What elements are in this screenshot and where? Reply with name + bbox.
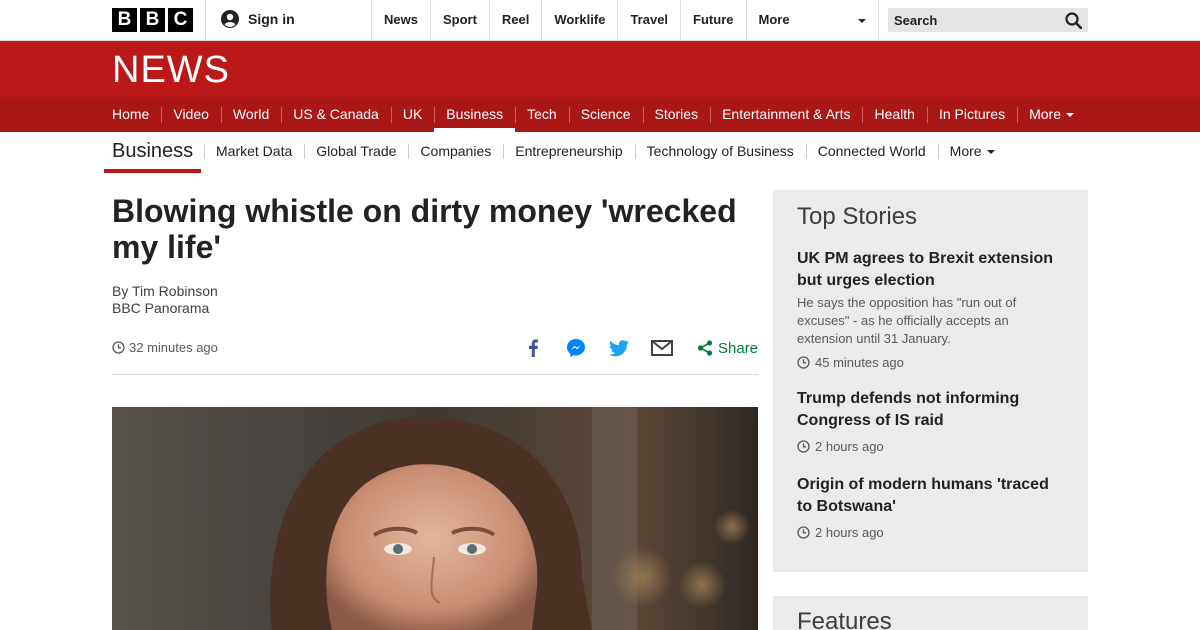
- top-story[interactable]: UK PM agrees to Brexit extension but urg…: [797, 248, 1067, 370]
- news-wordmark[interactable]: NEWS: [112, 51, 230, 89]
- top-story-time: 2 hours ago: [797, 439, 1067, 454]
- signin-label: Sign in: [248, 11, 295, 27]
- portrait-photo: [112, 407, 758, 630]
- user-icon: [221, 10, 239, 28]
- global-nav-item-reel[interactable]: Reel: [488, 0, 541, 40]
- article-timestamp: 32 minutes ago: [112, 340, 218, 355]
- section-nav-more[interactable]: More: [1017, 97, 1086, 132]
- subnav-item-market-data[interactable]: Market Data: [204, 142, 304, 160]
- timestamp-text: 32 minutes ago: [129, 340, 218, 355]
- article-headline: Blowing whistle on dirty money 'wrecked …: [112, 193, 737, 265]
- top-story-time: 45 minutes ago: [797, 355, 1067, 370]
- global-nav-item-news[interactable]: News: [371, 0, 430, 40]
- features-panel: Features: [773, 596, 1088, 630]
- section-nav-item-world[interactable]: World: [220, 97, 281, 132]
- clock-icon: [797, 440, 810, 453]
- global-nav-more-label: More: [758, 12, 790, 27]
- subnav-more[interactable]: More: [937, 142, 1007, 160]
- logo-letter: C: [168, 8, 193, 32]
- clock-icon: [797, 356, 810, 369]
- author-source: BBC Panorama: [112, 300, 210, 316]
- global-nav: News Sport Reel Worklife Travel Future M…: [371, 0, 879, 40]
- top-story-time: 2 hours ago: [797, 525, 1067, 540]
- subnav-title[interactable]: Business: [104, 140, 202, 173]
- email-icon[interactable]: [650, 337, 673, 359]
- share-tools: Share: [501, 336, 758, 360]
- article-hero-image: [112, 407, 758, 630]
- top-story-headline[interactable]: Trump defends not informing Congress of …: [797, 388, 1067, 432]
- top-story[interactable]: Origin of modern humans 'traced to Botsw…: [797, 474, 1067, 540]
- divider: [205, 0, 206, 40]
- logo-letter: B: [112, 8, 137, 32]
- news-masthead: NEWS: [0, 41, 1200, 97]
- section-nav-item-business[interactable]: Business: [434, 97, 515, 132]
- subnav-item-companies[interactable]: Companies: [408, 142, 503, 160]
- top-story-time-text: 2 hours ago: [815, 525, 884, 540]
- twitter-icon[interactable]: [608, 337, 630, 359]
- search-input[interactable]: [888, 8, 1048, 32]
- subnav-list: Market Data Global Trade Companies Entre…: [204, 142, 1007, 160]
- global-nav-item-future[interactable]: Future: [680, 0, 745, 40]
- share-button[interactable]: Share: [697, 340, 758, 357]
- top-stories-panel: Top Stories UK PM agrees to Brexit exten…: [773, 190, 1088, 572]
- top-story-headline[interactable]: Origin of modern humans 'traced to Botsw…: [797, 474, 1067, 518]
- clock-icon: [112, 341, 125, 354]
- messenger-icon[interactable]: [565, 337, 587, 359]
- search-icon[interactable]: [1065, 12, 1082, 29]
- subnav-more-label: More: [949, 143, 982, 159]
- global-header: B B C Sign in News Sport Reel Worklife T…: [0, 0, 1200, 41]
- article-meta: 32 minutes ago Share: [112, 336, 758, 375]
- top-story[interactable]: Trump defends not informing Congress of …: [797, 388, 1067, 454]
- global-nav-item-travel[interactable]: Travel: [617, 0, 680, 40]
- share-icon: [697, 340, 713, 356]
- section-list: Home Video World US & Canada UK Business Tech S…: [100, 97, 1086, 132]
- signin-link[interactable]: Sign in: [221, 10, 295, 28]
- byline: By Tim Robinson BBC Panorama: [112, 283, 218, 317]
- clock-icon: [797, 526, 810, 539]
- section-nav-item-in-pictures[interactable]: In Pictures: [926, 97, 1017, 132]
- top-story-summary: He says the opposition has "run out of e…: [797, 295, 1017, 346]
- author-name: By Tim Robinson: [112, 283, 218, 299]
- search-box: [888, 8, 1088, 32]
- section-nav-item-home[interactable]: Home: [100, 97, 161, 132]
- section-nav-more-label: More: [1029, 106, 1061, 122]
- subnav-item-connected-world[interactable]: Connected World: [805, 142, 938, 160]
- top-story-headline[interactable]: UK PM agrees to Brexit extension but urg…: [797, 248, 1067, 292]
- business-subnav: Business Market Data Global Trade Compan…: [0, 132, 1200, 173]
- features-title: Features: [797, 608, 892, 630]
- facebook-icon[interactable]: [522, 337, 544, 359]
- logo-letter: B: [140, 8, 165, 32]
- section-nav-item-uk[interactable]: UK: [390, 97, 434, 132]
- section-nav-item-stories[interactable]: Stories: [642, 97, 711, 132]
- subnav-item-technology-of-business[interactable]: Technology of Business: [634, 142, 806, 160]
- global-nav-item-sport[interactable]: Sport: [429, 0, 489, 40]
- share-label: Share: [717, 339, 758, 357]
- subnav-item-entrepreneurship[interactable]: Entrepreneurship: [503, 142, 634, 160]
- top-story-time-text: 2 hours ago: [815, 439, 884, 454]
- section-nav-item-tech[interactable]: Tech: [515, 97, 569, 132]
- chevron-down-icon: [986, 150, 995, 155]
- subnav-item-global-trade[interactable]: Global Trade: [304, 142, 408, 160]
- section-nav: Home Video World US & Canada UK Business Tech S…: [0, 97, 1200, 132]
- section-nav-item-video[interactable]: Video: [161, 97, 221, 132]
- global-nav-more[interactable]: More: [745, 0, 879, 40]
- top-stories-title: Top Stories: [797, 203, 918, 230]
- global-nav-item-worklife[interactable]: Worklife: [541, 0, 617, 40]
- chevron-down-icon: [1066, 113, 1074, 118]
- section-nav-item-entertainment-and-arts[interactable]: Entertainment & Arts: [710, 97, 862, 132]
- section-nav-item-us-and-canada[interactable]: US & Canada: [281, 97, 391, 132]
- bbc-logo[interactable]: B B C: [112, 8, 193, 32]
- top-story-time-text: 45 minutes ago: [815, 355, 904, 370]
- chevron-down-icon: [857, 19, 866, 23]
- section-nav-item-science[interactable]: Science: [568, 97, 643, 132]
- section-nav-item-health[interactable]: Health: [862, 97, 926, 132]
